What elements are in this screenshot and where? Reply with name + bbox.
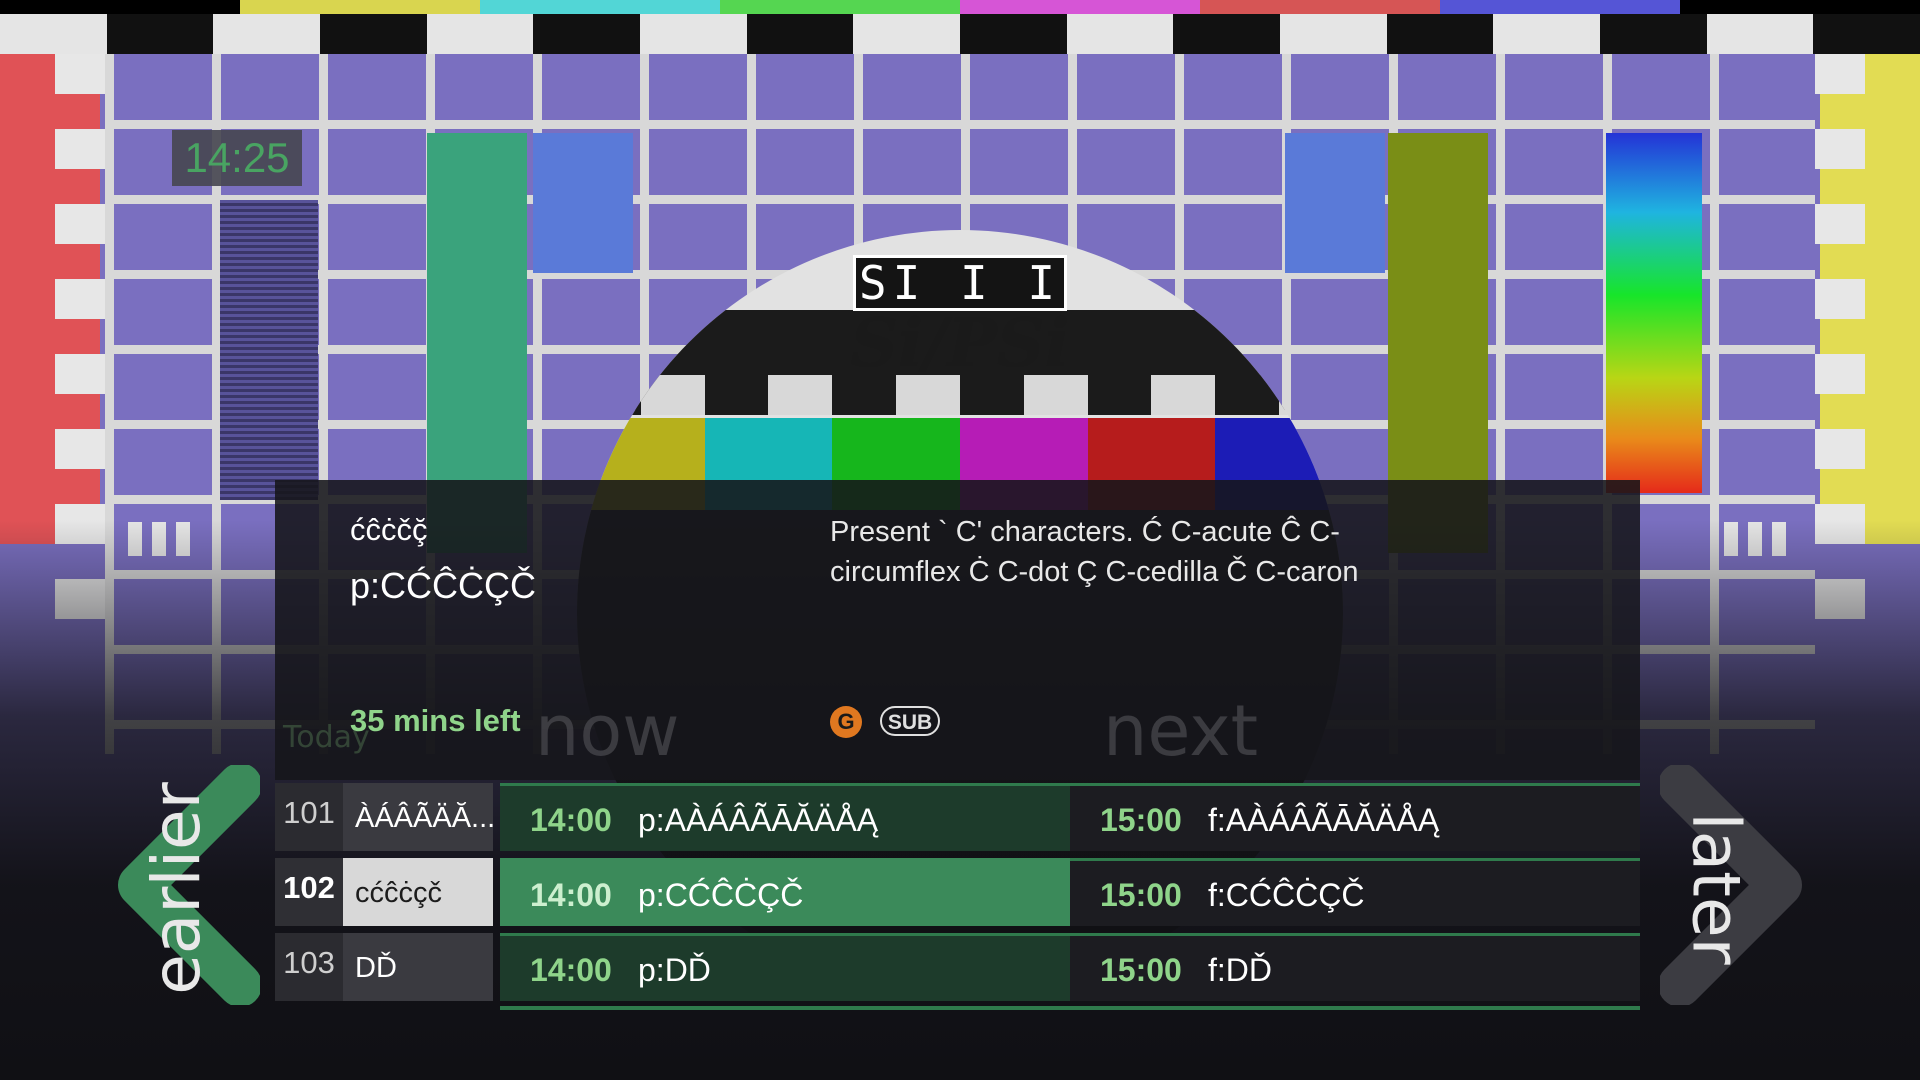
later-label: later [1677, 812, 1755, 965]
now-time: 14:00 [530, 877, 612, 913]
now-title: p:DĎ [638, 952, 711, 988]
later-button[interactable]: later [1660, 765, 1810, 1005]
bar-rainbow [1606, 133, 1702, 493]
next-title: f:AÀÁÂÃĀĂÄÅĄ [1208, 802, 1440, 838]
channel-number: 101 [275, 783, 343, 851]
channel-label: DĎ [343, 933, 493, 1001]
subtitle-badge: SUB [880, 706, 940, 736]
channel-label: ÀÁÂÃÄĂ... [343, 783, 493, 851]
bar-blue-left [533, 133, 633, 273]
now-programme-cell[interactable]: 14:00 p:CĆĈĊÇČ [500, 858, 1070, 926]
now-programme-cell[interactable]: 14:00 p:AÀÁÂÃĀĂÄÅĄ [500, 783, 1070, 851]
earlier-label: earlier [137, 782, 215, 995]
next-column-label: next [1103, 690, 1259, 772]
channel-number: 102 [275, 858, 343, 926]
now-column-label: now [535, 690, 680, 772]
rating-badge: G [830, 706, 862, 738]
epg-row[interactable]: 103 DĎ 14:00 p:DĎ 15:00 f:DĎ [275, 933, 1640, 1001]
channel-label: cćĉċçč [343, 858, 493, 926]
now-title: p:CĆĈĊÇČ [638, 877, 804, 913]
next-time: 15:00 [1100, 877, 1182, 913]
next-time: 15:00 [1100, 952, 1182, 988]
now-programme-cell[interactable]: 14:00 p:DĎ [500, 933, 1070, 1001]
today-label: Today [283, 720, 370, 755]
next-programme-cell[interactable]: 15:00 f:DĎ [1070, 933, 1640, 1001]
channel-name: ćĉċčç̆ [350, 512, 428, 547]
next-programme-cell[interactable]: 15:00 f:AÀÁÂÃĀĂÄÅĄ [1070, 783, 1640, 851]
next-programme-cell[interactable]: 15:00 f:CĆĈĊÇČ [1070, 858, 1640, 926]
earlier-button[interactable]: earlier [110, 765, 260, 1005]
epg-row[interactable]: 101 ÀÁÂÃÄĂ... 14:00 p:AÀÁÂÃĀĂÄÅĄ 15:00 f… [275, 783, 1640, 851]
now-time: 14:00 [530, 802, 612, 838]
programme-info-panel: ćĉċčç̆ p:CĆĈĊÇČ Present ` C' characters.… [275, 480, 1640, 780]
color-bars-top [0, 0, 1920, 14]
fine-checks [220, 200, 318, 500]
logo-text: Si/PSi [850, 304, 1070, 382]
now-time: 14:00 [530, 952, 612, 988]
logo-box: SI I I [853, 255, 1067, 311]
next-title: f:CĆĈĊÇČ [1208, 877, 1365, 913]
now-title: p:AÀÁÂÃĀĂÄÅĄ [638, 802, 879, 838]
clock: 14:25 [172, 130, 302, 186]
next-title: f:DĎ [1208, 952, 1272, 988]
grid-bottom-rule [500, 1006, 1640, 1010]
epg-row-selected[interactable]: 102 cćĉċçč 14:00 p:CĆĈĊÇČ 15:00 f:CĆĈĊÇČ [275, 858, 1640, 926]
programme-title: p:CĆĈĊÇČ [350, 565, 537, 606]
bar-blue-right [1285, 133, 1385, 273]
programme-synopsis: Present ` C' characters. Ć C-acute Ĉ C-c… [830, 516, 1359, 588]
next-time: 15:00 [1100, 802, 1182, 838]
time-left: 35 mins left [350, 703, 521, 738]
channel-number: 103 [275, 933, 343, 1001]
checker-strip [0, 14, 1920, 54]
